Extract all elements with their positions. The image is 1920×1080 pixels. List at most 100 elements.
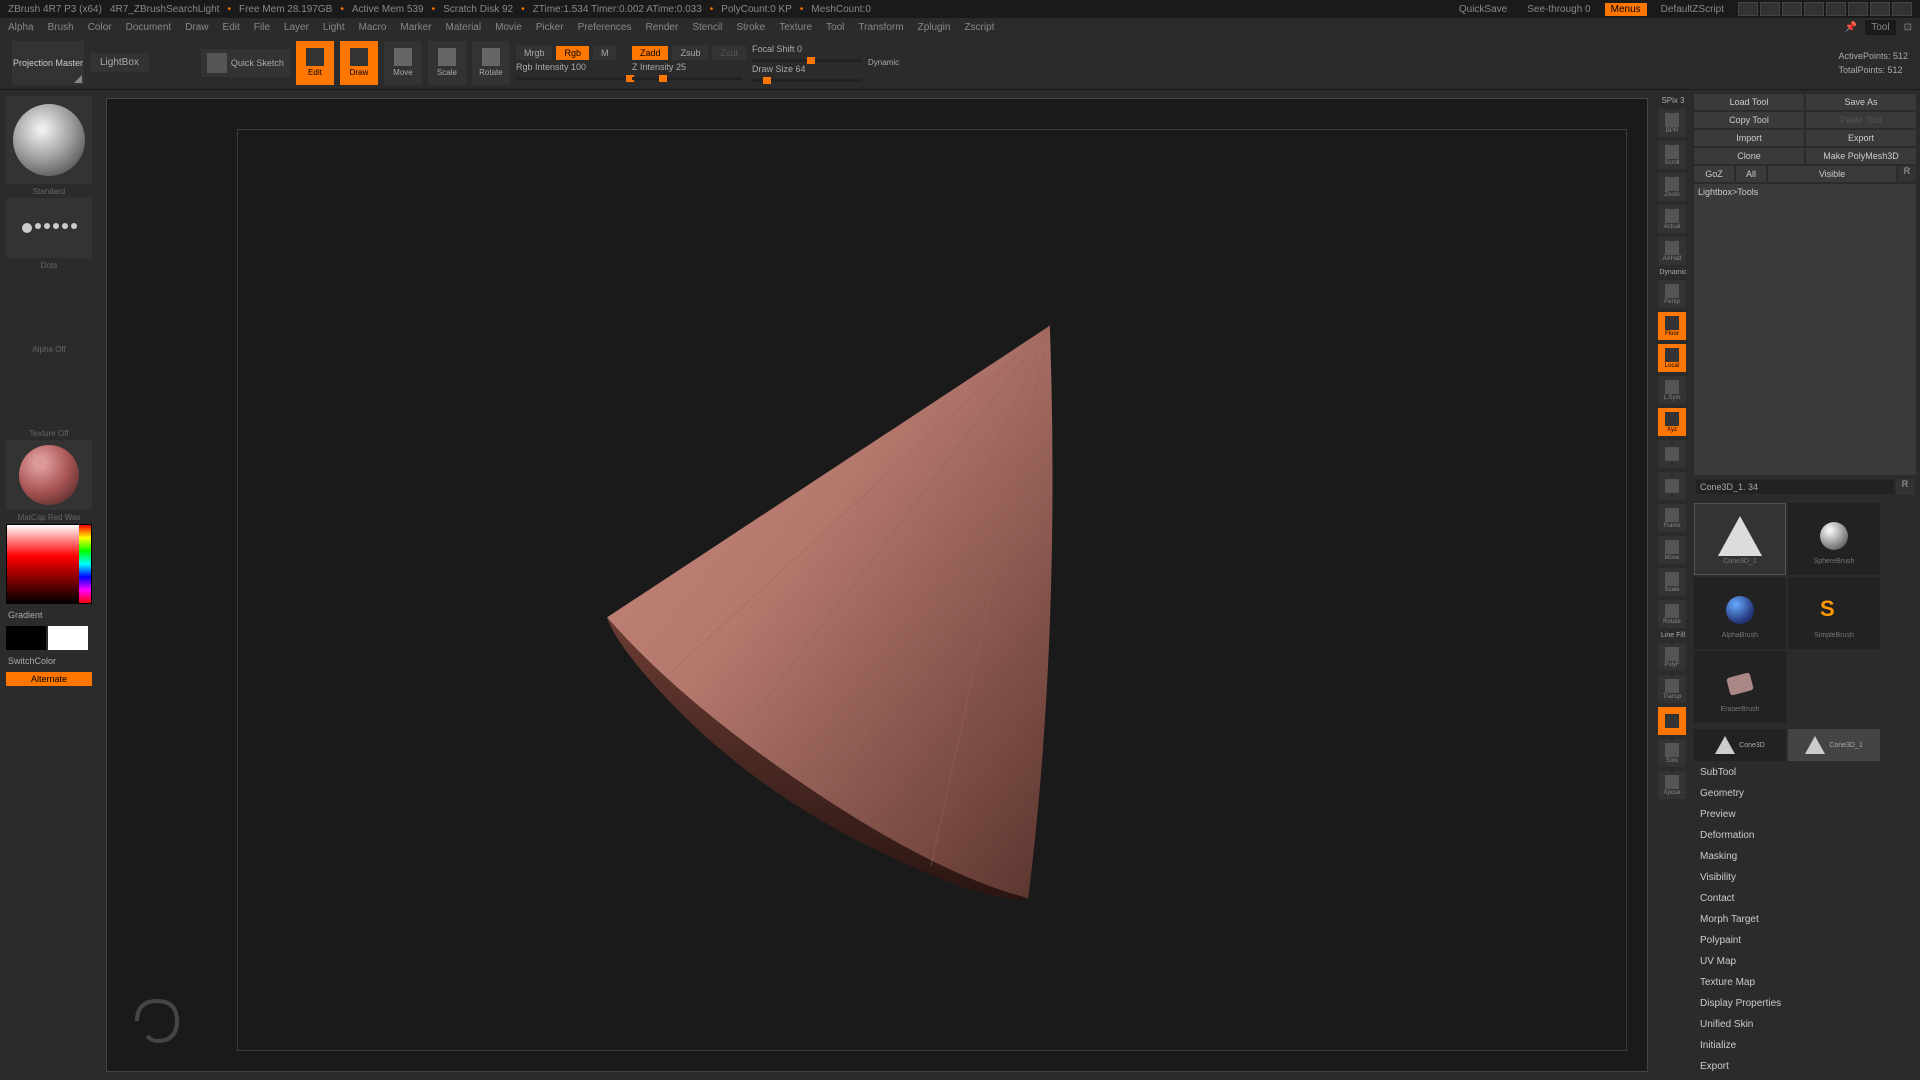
default-script[interactable]: DefaultZScript xyxy=(1655,3,1730,16)
z-intensity-label[interactable]: Z Intensity 25 xyxy=(632,62,746,72)
quick-sketch-button[interactable]: Quick Sketch xyxy=(201,49,290,77)
goz-all-button[interactable]: All xyxy=(1736,166,1766,182)
load-tool-button[interactable]: Load Tool xyxy=(1694,94,1804,110)
goz-button[interactable]: GoZ xyxy=(1694,166,1734,182)
mrgb-button[interactable]: Mrgb xyxy=(516,46,553,60)
section-polypaint[interactable]: Polypaint xyxy=(1694,931,1916,950)
tool-r-button[interactable]: R xyxy=(1896,479,1914,495)
alpha-selector[interactable]: Alpha Off xyxy=(6,272,92,342)
rgb-button[interactable]: Rgb xyxy=(556,46,589,60)
section-masking[interactable]: Masking xyxy=(1694,847,1916,866)
menu-transform[interactable]: Transform xyxy=(858,22,903,33)
menu-light[interactable]: Light xyxy=(323,22,345,33)
menu-file[interactable]: File xyxy=(254,22,270,33)
section-morph-target[interactable]: Morph Target xyxy=(1694,910,1916,929)
rgb-intensity-slider[interactable] xyxy=(516,77,626,80)
gradient-label[interactable]: Gradient xyxy=(6,608,92,622)
layout-4-icon[interactable] xyxy=(1804,2,1824,16)
collapse-icon[interactable]: ⊡ xyxy=(1904,22,1912,33)
polyf-button[interactable]: PolyF xyxy=(1658,643,1686,671)
menu-movie[interactable]: Movie xyxy=(495,22,522,33)
goz-visible-button[interactable]: Visible xyxy=(1768,166,1896,182)
tool-cone3d1-small[interactable]: Cone3D_1 xyxy=(1788,729,1880,761)
menu-brush[interactable]: Brush xyxy=(48,22,74,33)
minimize-icon[interactable] xyxy=(1826,2,1846,16)
center-button[interactable] xyxy=(1658,440,1686,468)
tool-alphabrush[interactable]: AlphaBrush xyxy=(1694,577,1786,649)
m-button[interactable]: M xyxy=(593,46,617,60)
stroke-selector[interactable]: Dots xyxy=(6,198,92,258)
lightbox-tools-button[interactable]: Lightbox>Tools xyxy=(1694,184,1916,475)
lsym-button[interactable]: L.Sym xyxy=(1658,376,1686,404)
quicksave-button[interactable]: QuickSave xyxy=(1453,3,1513,16)
section-subtool[interactable]: SubTool xyxy=(1694,763,1916,782)
draw-size-label[interactable]: Draw Size 64 xyxy=(752,64,862,74)
section-export[interactable]: Export xyxy=(1694,1057,1916,1076)
draw-size-slider[interactable] xyxy=(752,79,862,82)
aahalf-button[interactable]: AAHalf xyxy=(1658,237,1686,265)
scale-view-button[interactable]: Scale xyxy=(1658,568,1686,596)
polymesh3d-button[interactable]: Make PolyMesh3D xyxy=(1806,148,1916,164)
draw-mode-button[interactable]: Draw xyxy=(340,41,378,85)
layout-2-icon[interactable] xyxy=(1760,2,1780,16)
tool-spherebrush[interactable]: SphereBrush xyxy=(1788,503,1880,575)
tool-simplebrush[interactable]: SSimpleBrush xyxy=(1788,577,1880,649)
menus-toggle[interactable]: Menus xyxy=(1605,3,1647,16)
section-uv-map[interactable]: UV Map xyxy=(1694,952,1916,971)
focal-shift-label[interactable]: Focal Shift 0 xyxy=(752,44,862,54)
rotate-mode-button[interactable]: Rotate xyxy=(472,41,510,85)
spix-label[interactable]: SPix 3 xyxy=(1658,96,1688,105)
menu-texture[interactable]: Texture xyxy=(779,22,812,33)
tool-cone3d[interactable]: Cone3D_1 xyxy=(1694,503,1786,575)
tool-eraserbrush[interactable]: EraserBrush xyxy=(1694,651,1786,723)
menu-zplugin[interactable]: Zplugin xyxy=(918,22,951,33)
menu-picker[interactable]: Picker xyxy=(536,22,564,33)
rgb-intensity-label[interactable]: Rgb Intensity 100 xyxy=(516,62,626,72)
rotate-view-button[interactable]: Rotate xyxy=(1658,600,1686,628)
scroll-button[interactable]: Scroll xyxy=(1658,141,1686,169)
menu-layer[interactable]: Layer xyxy=(284,22,309,33)
section-preview[interactable]: Preview xyxy=(1694,805,1916,824)
zsub-button[interactable]: Zsub xyxy=(672,46,708,60)
menu-marker[interactable]: Marker xyxy=(400,22,431,33)
menu-edit[interactable]: Edit xyxy=(223,22,240,33)
local-button[interactable]: Local xyxy=(1658,344,1686,372)
layout-3-icon[interactable] xyxy=(1782,2,1802,16)
lightbox-button[interactable]: LightBox xyxy=(90,53,149,72)
color-picker[interactable] xyxy=(6,524,92,604)
import-button[interactable]: Import xyxy=(1694,130,1804,146)
solo-button[interactable]: Solo xyxy=(1658,739,1686,767)
menu-material[interactable]: Material xyxy=(446,22,482,33)
goz-r-button[interactable]: R xyxy=(1898,166,1916,182)
section-geometry[interactable]: Geometry xyxy=(1694,784,1916,803)
xyz-button[interactable]: Xyz xyxy=(1658,408,1686,436)
clone-button[interactable]: Clone xyxy=(1694,148,1804,164)
alternate-button[interactable]: Alternate xyxy=(6,672,92,686)
menu-draw[interactable]: Draw xyxy=(185,22,208,33)
bpr-button[interactable]: BPR xyxy=(1658,109,1686,137)
dynamic-label[interactable]: Dynamic xyxy=(868,58,899,67)
hue-strip[interactable] xyxy=(79,525,91,603)
viewport-canvas[interactable] xyxy=(106,98,1648,1072)
actual-button[interactable]: Actual xyxy=(1658,205,1686,233)
section-display-properties[interactable]: Display Properties xyxy=(1694,994,1916,1013)
section-deformation[interactable]: Deformation xyxy=(1694,826,1916,845)
projection-master-button[interactable]: Projection Master xyxy=(12,41,84,85)
ghost-button[interactable] xyxy=(1658,707,1686,735)
paste-tool-button[interactable]: Paste Tool xyxy=(1806,112,1916,128)
menu-macro[interactable]: Macro xyxy=(359,22,387,33)
menu-zscript[interactable]: Zscript xyxy=(964,22,994,33)
close-icon[interactable] xyxy=(1892,2,1912,16)
section-contact[interactable]: Contact xyxy=(1694,889,1916,908)
section-visibility[interactable]: Visibility xyxy=(1694,868,1916,887)
restore-icon[interactable] xyxy=(1870,2,1890,16)
menu-alpha[interactable]: Alpha xyxy=(8,22,34,33)
menu-preferences[interactable]: Preferences xyxy=(578,22,632,33)
menu-render[interactable]: Render xyxy=(646,22,679,33)
primary-color[interactable] xyxy=(48,626,88,650)
material-selector[interactable]: MatCap Red Wax xyxy=(6,440,92,510)
xpose-button[interactable]: Xpose xyxy=(1658,771,1686,799)
current-tool-name[interactable]: Cone3D_1. 34 xyxy=(1696,480,1894,494)
brush-selector[interactable]: Standard xyxy=(6,96,92,184)
move-mode-button[interactable]: Move xyxy=(384,41,422,85)
